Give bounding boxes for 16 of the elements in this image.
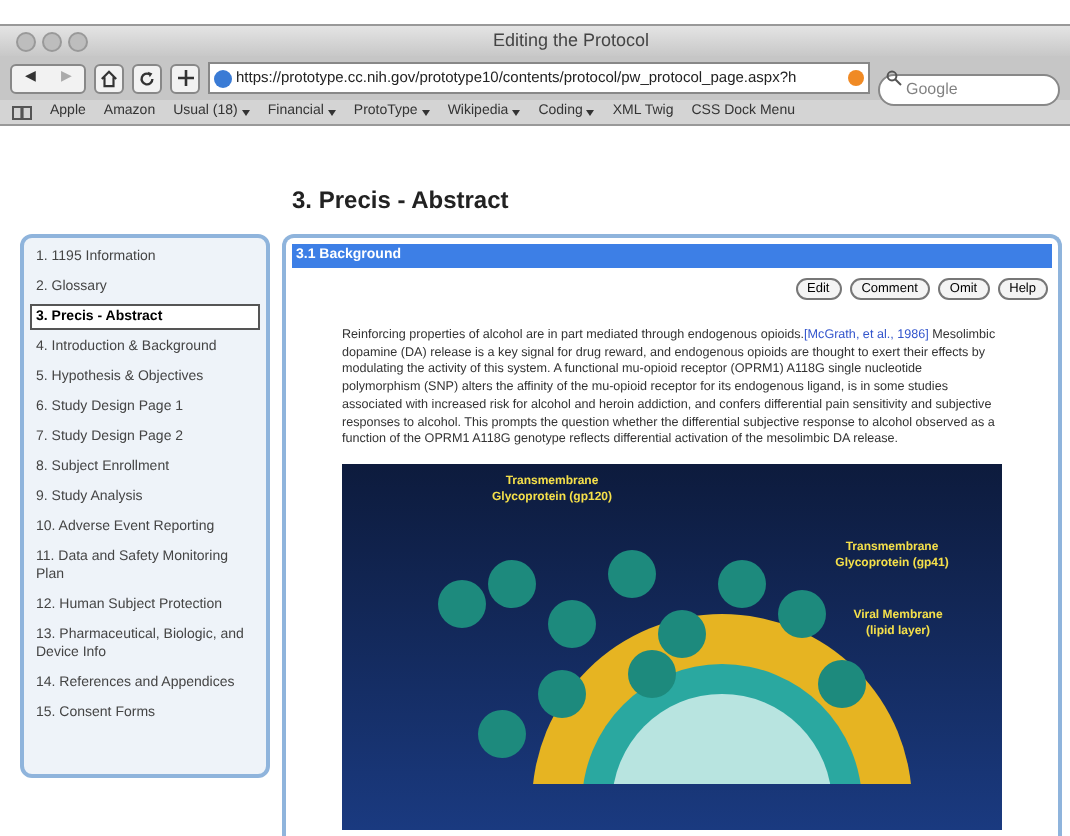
caret-icon: [586, 109, 595, 115]
caret-icon: [421, 109, 430, 115]
book-icon[interactable]: [12, 105, 32, 119]
caret-icon: [512, 109, 521, 115]
home-button[interactable]: [94, 63, 124, 93]
reload-button[interactable]: [132, 63, 162, 93]
caret-icon: [327, 109, 336, 115]
search-field[interactable]: Google: [878, 73, 1060, 105]
window-title: Editing the Protocol: [490, 27, 652, 54]
page-heading: 3. Precis - Abstract: [292, 184, 511, 218]
reload-icon: [138, 69, 156, 87]
plus-icon: [177, 70, 193, 86]
home-icon: [100, 69, 118, 87]
add-bookmark-button[interactable]: [170, 63, 200, 93]
caret-icon: [241, 109, 250, 115]
search-icon: [886, 70, 902, 86]
